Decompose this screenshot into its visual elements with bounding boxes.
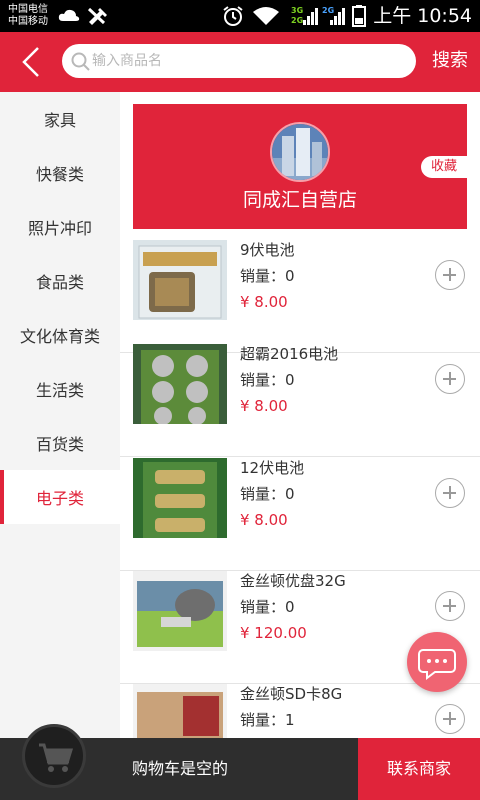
sales-label: 销量： xyxy=(240,485,286,503)
category-sidebar: 家具 快餐类 照片冲印 食品类 文化体育类 生活类 百货类 电子类 xyxy=(0,92,120,738)
product-sales: 销量：0 xyxy=(240,597,295,617)
favorite-button[interactable]: 收藏 xyxy=(421,156,467,178)
sd-card-product-image xyxy=(133,684,227,738)
product-image xyxy=(133,684,227,738)
product-item[interactable]: 超霸2016电池 销量：0 ¥ 8.00 xyxy=(120,344,480,457)
coin-battery-product-image xyxy=(133,344,227,424)
sidebar-item-label: 生活类 xyxy=(35,381,84,400)
sidebar-item-label: 照片冲印 xyxy=(27,219,92,238)
sidebar-item-fast-food[interactable]: 快餐类 xyxy=(0,146,120,200)
sidebar-item-label: 食品类 xyxy=(35,273,84,292)
product-sales: 销量：1 xyxy=(240,710,295,730)
add-to-cart-button[interactable] xyxy=(435,704,465,734)
product-sales: 销量：0 xyxy=(240,370,295,390)
product-price: ¥ 8.00 xyxy=(240,511,288,529)
tools-icon xyxy=(87,7,107,25)
network-label-2: 2G xyxy=(291,16,304,25)
sales-label: 销量： xyxy=(240,267,286,285)
product-item[interactable]: 金丝顿SD卡8G 销量：1 xyxy=(120,684,480,738)
product-image xyxy=(133,240,227,320)
product-price: ¥ 8.00 xyxy=(240,293,288,311)
sidebar-item-label: 百货类 xyxy=(35,435,84,454)
product-name: 12伏电池 xyxy=(240,459,305,477)
search-box[interactable] xyxy=(62,44,416,78)
cart-icon xyxy=(39,743,74,772)
sidebar-item-general-goods[interactable]: 百货类 xyxy=(0,416,120,470)
sidebar-item-label: 快餐类 xyxy=(35,165,84,184)
cart-button[interactable] xyxy=(22,724,86,788)
product-name: 金丝顿优盘32G xyxy=(240,572,346,590)
product-name: 9伏电池 xyxy=(240,241,295,259)
add-to-cart-button[interactable] xyxy=(435,364,465,394)
status-bar: 中国电信 中国移动 3G 2G 2G 上午 10:54 xyxy=(0,0,480,32)
product-price: ¥ 120.00 xyxy=(240,624,307,642)
wifi-icon xyxy=(253,7,279,25)
product-image xyxy=(133,344,227,424)
sidebar-item-living[interactable]: 生活类 xyxy=(0,362,120,416)
signal-icon-1 xyxy=(303,8,318,25)
network-label-1: 3G xyxy=(291,6,304,15)
sidebar-item-furniture[interactable]: 家具 xyxy=(0,92,120,146)
building-icon xyxy=(272,124,328,180)
chat-bubble-icon xyxy=(418,649,456,680)
sales-count: 0 xyxy=(285,267,295,285)
signal-icon-2 xyxy=(330,8,345,25)
sidebar-item-electronics[interactable]: 电子类 xyxy=(0,470,120,524)
status-time: 上午 10:54 xyxy=(373,5,472,27)
shop-banner: 同成汇自营店 收藏 xyxy=(133,104,467,229)
cylinder-battery-product-image xyxy=(133,458,227,538)
sales-count: 0 xyxy=(285,371,295,389)
sidebar-item-label: 家具 xyxy=(43,111,76,130)
search-input[interactable] xyxy=(92,44,402,78)
product-name: 金丝顿SD卡8G xyxy=(240,685,343,703)
product-image xyxy=(133,458,227,538)
sidebar-item-photo-printing[interactable]: 照片冲印 xyxy=(0,200,120,254)
sales-count: 1 xyxy=(285,711,295,729)
add-to-cart-button[interactable] xyxy=(435,591,465,621)
chevron-left-icon xyxy=(22,47,39,77)
battery-product-image xyxy=(133,240,227,320)
product-price: ¥ 8.00 xyxy=(240,397,288,415)
sidebar-item-label: 电子类 xyxy=(35,489,84,508)
sales-label: 销量： xyxy=(240,371,286,389)
contact-merchant-button[interactable]: 联系商家 xyxy=(358,738,480,800)
sidebar-item-label: 文化体育类 xyxy=(19,327,100,346)
bottom-cart-bar: 购物车是空的 联系商家 xyxy=(0,724,480,800)
search-icon xyxy=(71,52,90,71)
cloud-icon xyxy=(58,9,80,21)
sidebar-item-food[interactable]: 食品类 xyxy=(0,254,120,308)
product-name: 超霸2016电池 xyxy=(240,345,339,363)
carrier-1: 中国电信 xyxy=(8,4,48,15)
shop-avatar xyxy=(270,122,330,182)
usb-drive-product-image xyxy=(133,571,227,651)
add-to-cart-button[interactable] xyxy=(435,260,465,290)
carrier-info: 中国电信 中国移动 xyxy=(8,4,48,28)
shop-name: 同成汇自营店 xyxy=(242,189,357,211)
product-item[interactable]: 12伏电池 销量：0 ¥ 8.00 xyxy=(120,458,480,571)
battery-icon xyxy=(352,5,366,27)
product-sales: 销量：0 xyxy=(240,484,295,504)
product-sales: 销量：0 xyxy=(240,266,295,286)
search-button[interactable]: 搜索 xyxy=(432,48,468,74)
header-bar: 搜索 xyxy=(0,32,480,92)
sales-count: 0 xyxy=(285,485,295,503)
chat-button[interactable] xyxy=(407,632,467,692)
back-button[interactable] xyxy=(14,44,50,80)
alarm-icon xyxy=(223,6,243,26)
sales-count: 0 xyxy=(285,598,295,616)
carrier-2: 中国移动 xyxy=(8,16,48,27)
add-to-cart-button[interactable] xyxy=(435,478,465,508)
cart-status: 购物车是空的 xyxy=(131,759,228,778)
sales-label: 销量： xyxy=(240,598,286,616)
product-item[interactable]: 9伏电池 销量：0 ¥ 8.00 xyxy=(120,240,480,353)
sales-label: 销量： xyxy=(240,711,286,729)
sidebar-item-culture-sports[interactable]: 文化体育类 xyxy=(0,308,120,362)
product-image xyxy=(133,571,227,651)
